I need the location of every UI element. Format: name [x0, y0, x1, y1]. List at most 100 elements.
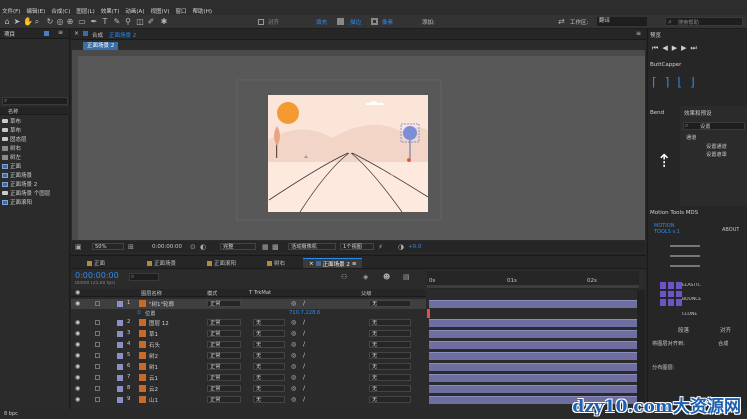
layer-mode-select[interactable]: 正常 — [207, 363, 241, 370]
layer-row[interactable]: ◉ 4 石头 正常 无 ◎ ∕ 无 — [71, 340, 426, 350]
buttcapper-panel-title[interactable]: ButtCapper — [650, 62, 681, 68]
layer-duration-bar[interactable] — [429, 374, 637, 382]
resolution-select[interactable]: 完整 — [220, 243, 256, 250]
bounce-button[interactable]: BOUNCE — [682, 297, 701, 302]
project-item[interactable]: 草布 — [2, 126, 21, 134]
work-area-bar[interactable] — [427, 285, 639, 288]
hand-tool-icon[interactable]: ✋ — [23, 18, 33, 26]
draft-3d-icon[interactable]: ◈ — [363, 273, 368, 281]
last-frame-icon[interactable]: ⏭ — [690, 44, 696, 52]
layer-duration-bar[interactable] — [429, 363, 637, 371]
frame-blending-icon[interactable]: ▤ — [403, 273, 410, 281]
brush-tool-icon[interactable]: ✎ — [113, 18, 121, 26]
zoom-select[interactable]: 50% — [92, 243, 124, 250]
layer-name[interactable]: 云1 — [149, 374, 158, 382]
panel-menu-icon[interactable]: ≡ — [636, 30, 641, 37]
layer-parent-select[interactable]: 无 — [369, 385, 411, 392]
layer-mode-select[interactable]: 正常 — [207, 300, 241, 307]
fill-swatch[interactable] — [337, 18, 344, 25]
label-color-icon[interactable] — [117, 301, 123, 307]
home-icon[interactable]: ⌂ — [3, 18, 11, 26]
region-icon[interactable]: ▦ — [262, 243, 269, 251]
menu-edit[interactable]: 编辑(E) — [26, 7, 45, 15]
slider-track[interactable] — [670, 255, 700, 257]
mds-panel-title[interactable]: Motion Tools MDS — [650, 210, 698, 216]
layer-mode-select[interactable]: 正常 — [207, 374, 241, 381]
menu-effect[interactable]: 效果(T) — [101, 7, 120, 15]
project-item[interactable]: 树右 — [2, 144, 21, 152]
roto-brush-tool-icon[interactable]: ✐ — [147, 18, 155, 26]
time-ruler[interactable]: 0s 01s 02s — [427, 271, 639, 289]
snap-checkbox[interactable] — [258, 19, 264, 25]
position-value[interactable]: 710.7,228.6 — [289, 310, 320, 316]
join-cap-icon[interactable]: ⌋ — [690, 75, 695, 99]
project-panel-title[interactable]: 项目 — [4, 30, 15, 38]
layer-duration-bar[interactable] — [429, 352, 637, 360]
layer-row[interactable]: ◉ 3 草1 正常 无 ◎ ∕ 无 — [71, 329, 426, 339]
rotate-tool-icon[interactable]: ↻ — [46, 18, 54, 26]
stroke-unit-label[interactable]: 像素 — [382, 18, 393, 26]
square-cap-icon[interactable]: ⌊ — [677, 75, 682, 99]
layer-mode-select[interactable]: 正常 — [207, 396, 241, 403]
eye-icon[interactable]: ◉ — [75, 352, 80, 359]
next-frame-icon[interactable]: ▶ — [681, 44, 686, 52]
bit-depth[interactable]: 8 bpc — [4, 411, 18, 417]
project-item[interactable]: 正面场景 — [2, 171, 32, 179]
layer-row[interactable]: ◉ 7 云1 正常 无 ◎ ∕ 无 — [71, 373, 426, 383]
layer-row[interactable]: ◉ 9 山1 正常 无 ◎ ∕ 无 — [71, 395, 426, 405]
align-to-value[interactable]: 合成 — [718, 340, 728, 347]
layer-parent-select[interactable]: 无 — [369, 352, 411, 359]
layer-duration-bar[interactable] — [429, 319, 637, 327]
shy-switch-icon[interactable]: ◎ — [291, 396, 296, 403]
layer-parent-select[interactable]: 无 — [369, 374, 411, 381]
shy-layers-icon[interactable]: ☻ — [383, 273, 390, 281]
shy-switch-icon[interactable]: ◎ — [291, 319, 296, 326]
current-time[interactable]: 0:00:00:00 — [152, 244, 182, 250]
layer-row[interactable]: ◉ 1 "树1"轮廓 正常 ◎ ∕ 无 — [71, 299, 426, 309]
label-color-icon[interactable] — [117, 353, 123, 359]
layer-trkmat-select[interactable]: 无 — [253, 385, 285, 392]
close-icon[interactable]: × — [309, 261, 314, 267]
effect-item-0[interactable]: 设置通道 — [706, 143, 727, 150]
menu-file[interactable]: 文件(F) — [2, 7, 20, 15]
camera-tool-icon[interactable]: ◎ — [56, 18, 64, 26]
shy-switch-icon[interactable]: ◎ — [291, 341, 296, 348]
close-icon[interactable]: × — [74, 30, 79, 37]
about-button[interactable]: ABOUT — [722, 227, 739, 233]
eye-icon[interactable]: ◉ — [75, 319, 80, 326]
layer-parent-select[interactable]: 无 — [369, 341, 411, 348]
lock-icon[interactable] — [95, 320, 100, 325]
layer-trkmat-select[interactable]: 无 — [253, 396, 285, 403]
project-item[interactable]: 固态层 — [2, 135, 27, 143]
comp-mini-flowchart-icon[interactable]: ⚇ — [341, 273, 347, 281]
layer-name[interactable]: 树2 — [149, 352, 158, 360]
layer-duration-bar[interactable] — [429, 300, 637, 308]
slider-track[interactable] — [670, 245, 700, 247]
layer-duration-bar[interactable] — [429, 330, 637, 338]
quality-switch-icon[interactable]: ∕ — [303, 300, 305, 307]
comp-tab-name[interactable]: 正面场景 2 — [109, 31, 136, 39]
label-color-icon[interactable] — [117, 342, 123, 348]
search-help-field[interactable]: ⌕ 搜索帮助 — [665, 17, 743, 26]
timeline-tab-2[interactable]: 正面滚阳 — [201, 258, 242, 268]
lock-icon[interactable] — [95, 342, 100, 347]
layer-parent-select[interactable]: 无 — [369, 396, 411, 403]
shy-switch-icon[interactable]: ◎ — [291, 385, 296, 392]
workspace-select[interactable]: 翻译 — [597, 17, 647, 26]
project-search-input[interactable]: ⌕ — [2, 97, 68, 105]
shy-switch-icon[interactable]: ◎ — [291, 300, 296, 307]
label-color-icon[interactable] — [117, 397, 123, 403]
layer-trkmat-select[interactable]: 无 — [253, 352, 285, 359]
timeline-timecode[interactable]: 0:00:00:00 — [75, 271, 119, 280]
label-color-icon[interactable] — [117, 364, 123, 370]
rectangle-tool-icon[interactable]: ▭ — [78, 18, 86, 26]
layer-trkmat-select[interactable]: 无 — [253, 363, 285, 370]
layer-mode-select[interactable]: 正常 — [207, 330, 241, 337]
quality-switch-icon[interactable]: ∕ — [303, 363, 305, 370]
bend-anchor-icon[interactable]: ⇡ — [652, 151, 676, 181]
add-label[interactable]: 添加: — [422, 18, 435, 26]
layer-name[interactable]: 草1 — [149, 330, 158, 338]
layer-name[interactable]: "树1"轮廓 — [149, 300, 174, 308]
layer-row[interactable]: ◉ 8 云2 正常 无 ◎ ∕ 无 — [71, 384, 426, 394]
effects-panel-title[interactable]: 效果和预设 — [684, 109, 712, 117]
